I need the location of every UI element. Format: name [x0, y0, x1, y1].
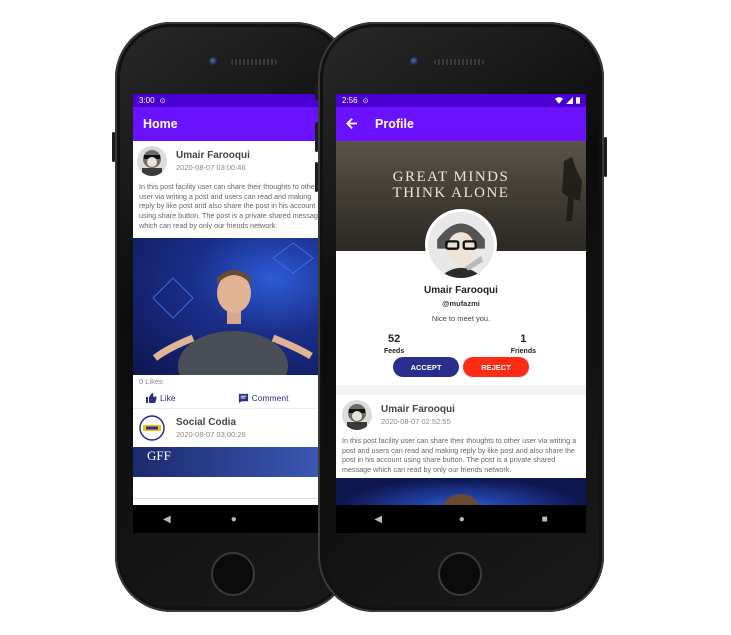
- post-image-caption: GFF: [147, 448, 171, 463]
- power-button: [604, 137, 607, 177]
- volume-button: [112, 132, 115, 162]
- speaker-photo: [152, 242, 314, 375]
- mockup-stage: 3:00 ⊙ Home Umair Farooqui 2020-08-07 03…: [0, 0, 731, 635]
- post-body: In this post facility user can share the…: [342, 436, 577, 475]
- arrow-back-glyph: [346, 118, 357, 129]
- phone-left: 3:00 ⊙ Home Umair Farooqui 2020-08-07 03…: [112, 22, 351, 612]
- section-divider: [336, 385, 586, 395]
- page-title: Home: [143, 117, 178, 131]
- post-author[interactable]: Social Codia: [176, 417, 246, 428]
- friends-stat[interactable]: 1 Friends: [511, 333, 536, 355]
- profile-handle: @mufazmi: [442, 299, 480, 308]
- profile-bio: Nice to meet you.: [431, 314, 491, 323]
- profile-screen: 2:56 ⊙ Profile GREAT MINDS THINK ALONE U…: [336, 94, 586, 533]
- post-body: In this post facility user can share the…: [139, 182, 322, 230]
- post-card: Umair Farooqui 2020-08-07 02:52:55 In th…: [336, 395, 586, 522]
- app-bar: Profile: [336, 107, 586, 141]
- volume-up-button: [315, 122, 318, 152]
- post-image-preview: [443, 493, 479, 522]
- volume-down-button: [315, 162, 318, 192]
- phone-right: 2:56 ⊙ Profile GREAT MINDS THINK ALONE U…: [315, 22, 607, 612]
- back-nav-icon[interactable]: ◀: [163, 514, 171, 525]
- likes-count: 0 Likes: [139, 377, 163, 386]
- accept-button[interactable]: ACCEPT: [393, 357, 459, 377]
- post-image[interactable]: [336, 477, 586, 522]
- comment-button[interactable]: Comment: [238, 392, 289, 404]
- notification-icon: ⊙: [362, 97, 369, 105]
- home-nav-icon[interactable]: ●: [231, 514, 237, 525]
- mute-switch: [315, 82, 318, 100]
- home-screen: 3:00 ⊙ Home Umair Farooqui 2020-08-07 03…: [133, 94, 333, 533]
- hardware-home-button: [438, 552, 482, 596]
- back-nav-icon[interactable]: ◀: [374, 514, 382, 525]
- like-button[interactable]: Like: [145, 392, 176, 404]
- friends-count: 1: [520, 333, 527, 345]
- post-date: 2020-08-07 03:00:46: [176, 163, 246, 172]
- post-author[interactable]: Umair Farooqui: [176, 150, 250, 161]
- page-title: Profile: [375, 117, 414, 131]
- cover-quote-line2: THINK ALONE: [392, 185, 510, 201]
- like-label: Like: [160, 393, 176, 403]
- friends-label: Friends: [510, 348, 536, 355]
- profile-card: Umair Farooqui @mufazmi Nice to meet you…: [336, 209, 586, 395]
- avatar[interactable]: [137, 146, 167, 176]
- front-camera: [410, 57, 419, 66]
- post-actions: Like Comment: [133, 388, 333, 408]
- profile-avatar[interactable]: [425, 209, 497, 281]
- app-bar: Home: [133, 107, 333, 141]
- feeds-count: 52: [387, 333, 401, 345]
- request-actions: ACCEPT REJECT: [336, 357, 586, 377]
- feeds-stat[interactable]: 52 Feeds: [384, 333, 404, 355]
- system-navigation: ◀ ● ■: [133, 505, 333, 533]
- thumbs-up-icon: [146, 393, 157, 403]
- post-header: Social Codia 2020-08-07 03:00:26: [133, 409, 333, 447]
- recents-nav-icon[interactable]: ■: [542, 514, 548, 525]
- hardware-home-button: [211, 552, 255, 596]
- battery-icon: [576, 97, 580, 104]
- status-time: 3:00: [139, 96, 155, 105]
- home-nav-icon[interactable]: ●: [459, 514, 465, 525]
- status-time: 2:56: [342, 96, 358, 105]
- post-image[interactable]: [133, 238, 333, 375]
- post-header: Umair Farooqui 2020-08-07 02:52:55: [336, 395, 586, 434]
- signal-icon: [566, 97, 573, 104]
- wifi-icon: [555, 97, 563, 104]
- post-image[interactable]: GFF: [133, 447, 333, 477]
- system-navigation: ◀ ● ■: [336, 505, 586, 533]
- notification-icon: ⊙: [159, 97, 166, 105]
- comment-icon: [238, 393, 248, 403]
- earpiece-speaker: [434, 59, 484, 65]
- status-bar: 3:00 ⊙: [133, 94, 333, 107]
- reject-button[interactable]: REJECT: [463, 357, 529, 377]
- profile-stats: 52 Feeds 1 Friends: [336, 323, 586, 355]
- avatar-image: [342, 400, 372, 430]
- status-bar: 2:56 ⊙: [336, 94, 586, 107]
- cover-quote: GREAT MINDS THINK ALONE: [336, 170, 566, 201]
- feeds-label: Feeds: [384, 348, 405, 355]
- front-camera: [209, 57, 218, 66]
- avatar[interactable]: [137, 413, 167, 443]
- post-header: Umair Farooqui 2020-08-07 03:00:46: [133, 141, 333, 180]
- post-date: 2020-08-07 03:00:26: [176, 430, 246, 439]
- post-author[interactable]: Umair Farooqui: [381, 404, 455, 415]
- cover-quote-line1: GREAT MINDS: [392, 169, 510, 185]
- avatar-image: [137, 146, 167, 176]
- social-codia-logo: [137, 413, 167, 443]
- avatar[interactable]: [342, 400, 372, 430]
- comment-label: Comment: [251, 393, 289, 403]
- earpiece-speaker: [231, 59, 277, 65]
- post-card: Umair Farooqui 2020-08-07 03:00:46 In th…: [133, 141, 333, 408]
- post-card: Social Codia 2020-08-07 03:00:26 GFF: [133, 408, 333, 477]
- arrow-back-icon[interactable]: [346, 116, 357, 132]
- profile-avatar-image: [428, 212, 494, 278]
- post-date: 2020-08-07 02:52:55: [381, 417, 451, 426]
